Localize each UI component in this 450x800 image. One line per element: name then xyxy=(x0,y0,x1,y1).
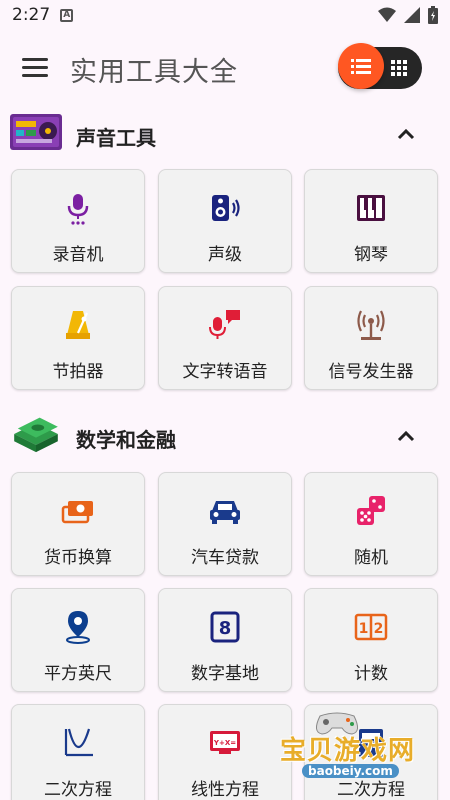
tool-tile-counter[interactable]: 1 2 计数 xyxy=(304,588,438,692)
tool-tile-recorder[interactable]: 录音机 xyxy=(11,169,145,273)
tool-label: 钢琴 xyxy=(354,245,388,265)
watermark: 宝贝游戏网 baobeiy.com xyxy=(272,708,448,800)
tool-label: 二次方程 xyxy=(44,780,112,800)
chevron-up-icon[interactable] xyxy=(394,424,418,448)
banknote-icon xyxy=(61,501,93,524)
chevron-up-icon[interactable] xyxy=(394,122,418,146)
section-header-sound-tools[interactable]: 声音工具 xyxy=(0,108,450,160)
linear-equation-icon: Y+X= xyxy=(210,731,240,754)
grid-icon xyxy=(391,60,407,76)
tool-tile-square-feet[interactable]: 平方英尺 xyxy=(11,588,145,692)
dice-icon xyxy=(357,496,385,525)
watermark-text: 宝贝游戏网 xyxy=(280,736,416,766)
wifi-icon xyxy=(378,7,396,22)
number-box-icon: 8 xyxy=(210,611,240,643)
list-icon xyxy=(351,59,371,74)
notification-a-icon: A xyxy=(60,8,74,22)
section-header-math-finance[interactable]: 数学和金融 xyxy=(0,410,450,462)
tool-label: 文字转语音 xyxy=(182,362,268,382)
menu-line xyxy=(22,66,48,69)
location-pin-icon xyxy=(66,611,90,644)
tool-tile-sound-level[interactable]: 声级 xyxy=(158,169,292,273)
menu-line xyxy=(22,74,48,77)
tool-tile-metronome[interactable]: 节拍器 xyxy=(11,286,145,390)
tool-label: 随机 xyxy=(354,548,388,568)
tool-label: 数字基地 xyxy=(191,664,259,684)
battery-icon xyxy=(428,6,438,24)
watermark-url: baobeiy.com xyxy=(302,764,399,778)
svg-text:8: 8 xyxy=(219,618,232,639)
speaker-icon xyxy=(212,195,240,221)
microphone-icon xyxy=(67,194,89,225)
tool-tile-number-base[interactable]: 8 数字基地 xyxy=(158,588,292,692)
tool-label: 平方英尺 xyxy=(44,664,112,684)
counter-icon: 1 2 xyxy=(354,613,388,641)
money-stack-icon xyxy=(14,417,58,453)
tool-label: 声级 xyxy=(208,245,242,265)
tool-label: 录音机 xyxy=(52,245,104,265)
tool-tile-signal-generator[interactable]: 信号发生器 xyxy=(304,286,438,390)
status-icons xyxy=(378,6,438,24)
cellular-icon xyxy=(404,7,420,23)
tool-label: 汽车贷款 xyxy=(191,548,259,568)
view-mode-toggle[interactable] xyxy=(338,43,422,89)
tool-tile-car-loan[interactable]: 汽车贷款 xyxy=(158,472,292,576)
metronome-icon xyxy=(66,311,90,339)
tool-tile-random[interactable]: 随机 xyxy=(304,472,438,576)
menu-line xyxy=(22,58,48,61)
tool-tile-piano[interactable]: 钢琴 xyxy=(304,169,438,273)
app-bar: 实用工具大全 xyxy=(0,30,450,108)
tool-tile-text-to-speech[interactable]: 文字转语音 xyxy=(158,286,292,390)
parabola-graph-icon xyxy=(64,728,93,757)
tool-label: 节拍器 xyxy=(52,362,104,382)
svg-text:2: 2 xyxy=(374,621,384,637)
menu-button[interactable] xyxy=(22,58,48,80)
grid-view-button[interactable] xyxy=(384,53,414,83)
section-title: 声音工具 xyxy=(76,126,156,150)
svg-text:1: 1 xyxy=(359,621,369,637)
status-time: 2:27 xyxy=(12,5,51,25)
tool-label: 信号发生器 xyxy=(328,362,414,382)
status-bar: 2:27 A xyxy=(0,0,450,30)
section-title: 数学和金融 xyxy=(76,428,176,452)
tool-tile-currency-converter[interactable]: 货币换算 xyxy=(11,472,145,576)
list-view-button[interactable] xyxy=(338,43,384,89)
svg-text:Y+X=: Y+X= xyxy=(213,739,236,747)
signal-tower-icon xyxy=(357,310,385,340)
tool-label: 货币换算 xyxy=(44,548,112,568)
tool-label: 计数 xyxy=(354,664,388,684)
car-icon xyxy=(210,501,240,524)
turntable-icon xyxy=(10,114,62,150)
tool-tile-quadratic-equation[interactable]: 二次方程 xyxy=(11,704,145,800)
piano-icon xyxy=(357,195,385,221)
app-title: 实用工具大全 xyxy=(70,57,238,88)
text-to-speech-icon xyxy=(209,310,240,339)
